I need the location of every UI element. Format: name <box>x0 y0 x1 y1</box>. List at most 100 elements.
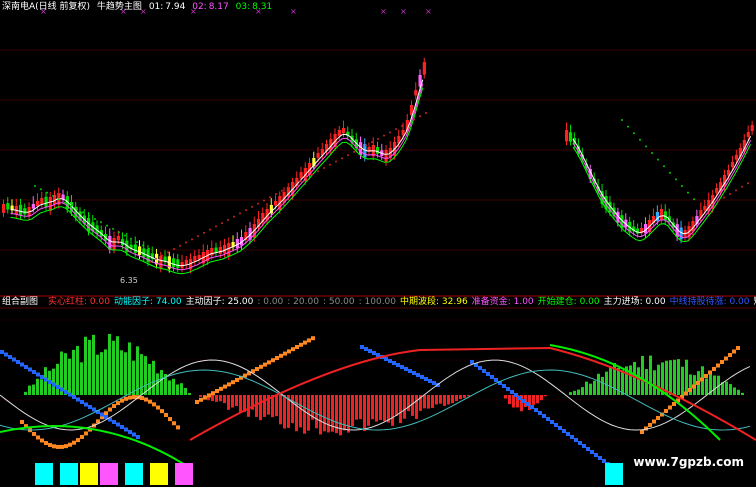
ma-line-02 <box>10 83 424 271</box>
histogram-bar <box>383 395 386 422</box>
step-square <box>36 372 40 377</box>
price-candle <box>31 204 35 209</box>
histogram-bar <box>733 387 736 395</box>
low-price-label: 6.35 <box>120 276 138 285</box>
step-square <box>392 361 396 365</box>
trend-dot <box>639 138 641 141</box>
trend-dot <box>64 201 66 204</box>
step-square <box>16 360 20 364</box>
trend-dot <box>305 176 307 179</box>
histogram-bar <box>407 395 410 412</box>
step-square <box>164 413 168 418</box>
step-square <box>84 402 88 407</box>
histogram-bar <box>32 384 35 395</box>
histogram-bar <box>593 380 596 395</box>
step-square <box>299 342 303 347</box>
step-square <box>724 356 728 361</box>
price-candle <box>210 248 214 256</box>
step-square <box>128 430 132 434</box>
chart-canvas[interactable]: × × × × × × × × × 6.35 <box>0 0 756 487</box>
step-square <box>108 407 112 412</box>
step-square <box>255 367 259 371</box>
histogram-bar <box>467 395 470 397</box>
step-square <box>712 367 716 371</box>
trend-dot <box>365 144 367 147</box>
step-square <box>176 425 180 430</box>
histogram-bar <box>52 368 55 395</box>
histogram-bar <box>247 395 250 417</box>
step-square <box>400 365 404 369</box>
step-square <box>668 405 672 410</box>
histogram-bar <box>569 392 572 395</box>
step-square <box>303 340 307 345</box>
histogram-bar <box>367 395 370 426</box>
step-square <box>364 347 368 351</box>
step-square <box>48 442 52 447</box>
trend-dot <box>669 171 671 174</box>
step-square <box>160 409 164 414</box>
histogram-bar <box>92 334 95 395</box>
step-square <box>112 404 116 409</box>
trend-dot <box>106 224 108 227</box>
histogram-bar <box>737 389 740 395</box>
price-candle <box>159 256 163 269</box>
step-square <box>132 432 136 437</box>
trend-dot <box>293 183 295 186</box>
price-candle <box>227 243 231 257</box>
step-square <box>664 409 668 413</box>
step-square <box>696 381 700 385</box>
histogram-bar <box>176 384 179 395</box>
step-square <box>64 444 68 449</box>
price-candle <box>112 238 116 250</box>
step-square <box>656 416 660 420</box>
step-square <box>582 444 586 448</box>
trend-dot <box>359 147 361 150</box>
trend-dot <box>221 222 223 225</box>
price-candle <box>193 256 197 262</box>
histogram-bar <box>56 363 59 395</box>
step-square <box>502 384 506 388</box>
step-square <box>652 419 656 424</box>
signal-mark: × <box>120 7 127 16</box>
step-square <box>570 435 574 439</box>
signal-block <box>80 463 98 485</box>
step-square <box>372 351 376 355</box>
trend-dot <box>155 257 157 260</box>
step-square <box>92 407 96 412</box>
trend-dot <box>245 209 247 212</box>
price-candle <box>750 125 754 132</box>
price-candle <box>116 236 120 241</box>
histogram-bar <box>148 363 151 395</box>
step-square <box>510 390 514 394</box>
trend-dot <box>287 186 289 189</box>
histogram-bar <box>76 346 79 395</box>
step-square <box>291 347 295 352</box>
step-square <box>20 420 24 424</box>
price-candle <box>36 201 40 207</box>
step-square <box>223 384 227 389</box>
step-square <box>522 399 526 403</box>
step-square <box>4 352 8 357</box>
histogram-bar <box>637 367 640 395</box>
step-square <box>32 431 36 436</box>
step-square <box>32 370 36 374</box>
price-candle <box>342 128 346 134</box>
trend-dot <box>675 178 677 181</box>
step-square <box>708 370 712 375</box>
histogram-bar <box>184 387 187 395</box>
trend-dot <box>239 212 241 215</box>
histogram-bar <box>673 359 676 395</box>
step-square <box>420 375 424 379</box>
price-candle <box>299 172 303 179</box>
step-square <box>148 399 152 404</box>
signal-block <box>35 463 53 485</box>
step-square <box>482 369 486 373</box>
trend-dot <box>88 214 90 217</box>
step-square <box>728 353 732 357</box>
trend-dot <box>76 208 78 211</box>
step-square <box>172 421 176 426</box>
step-square <box>20 362 24 367</box>
histogram-bar <box>136 346 139 395</box>
step-square <box>267 360 271 365</box>
histogram-bar <box>108 333 111 395</box>
